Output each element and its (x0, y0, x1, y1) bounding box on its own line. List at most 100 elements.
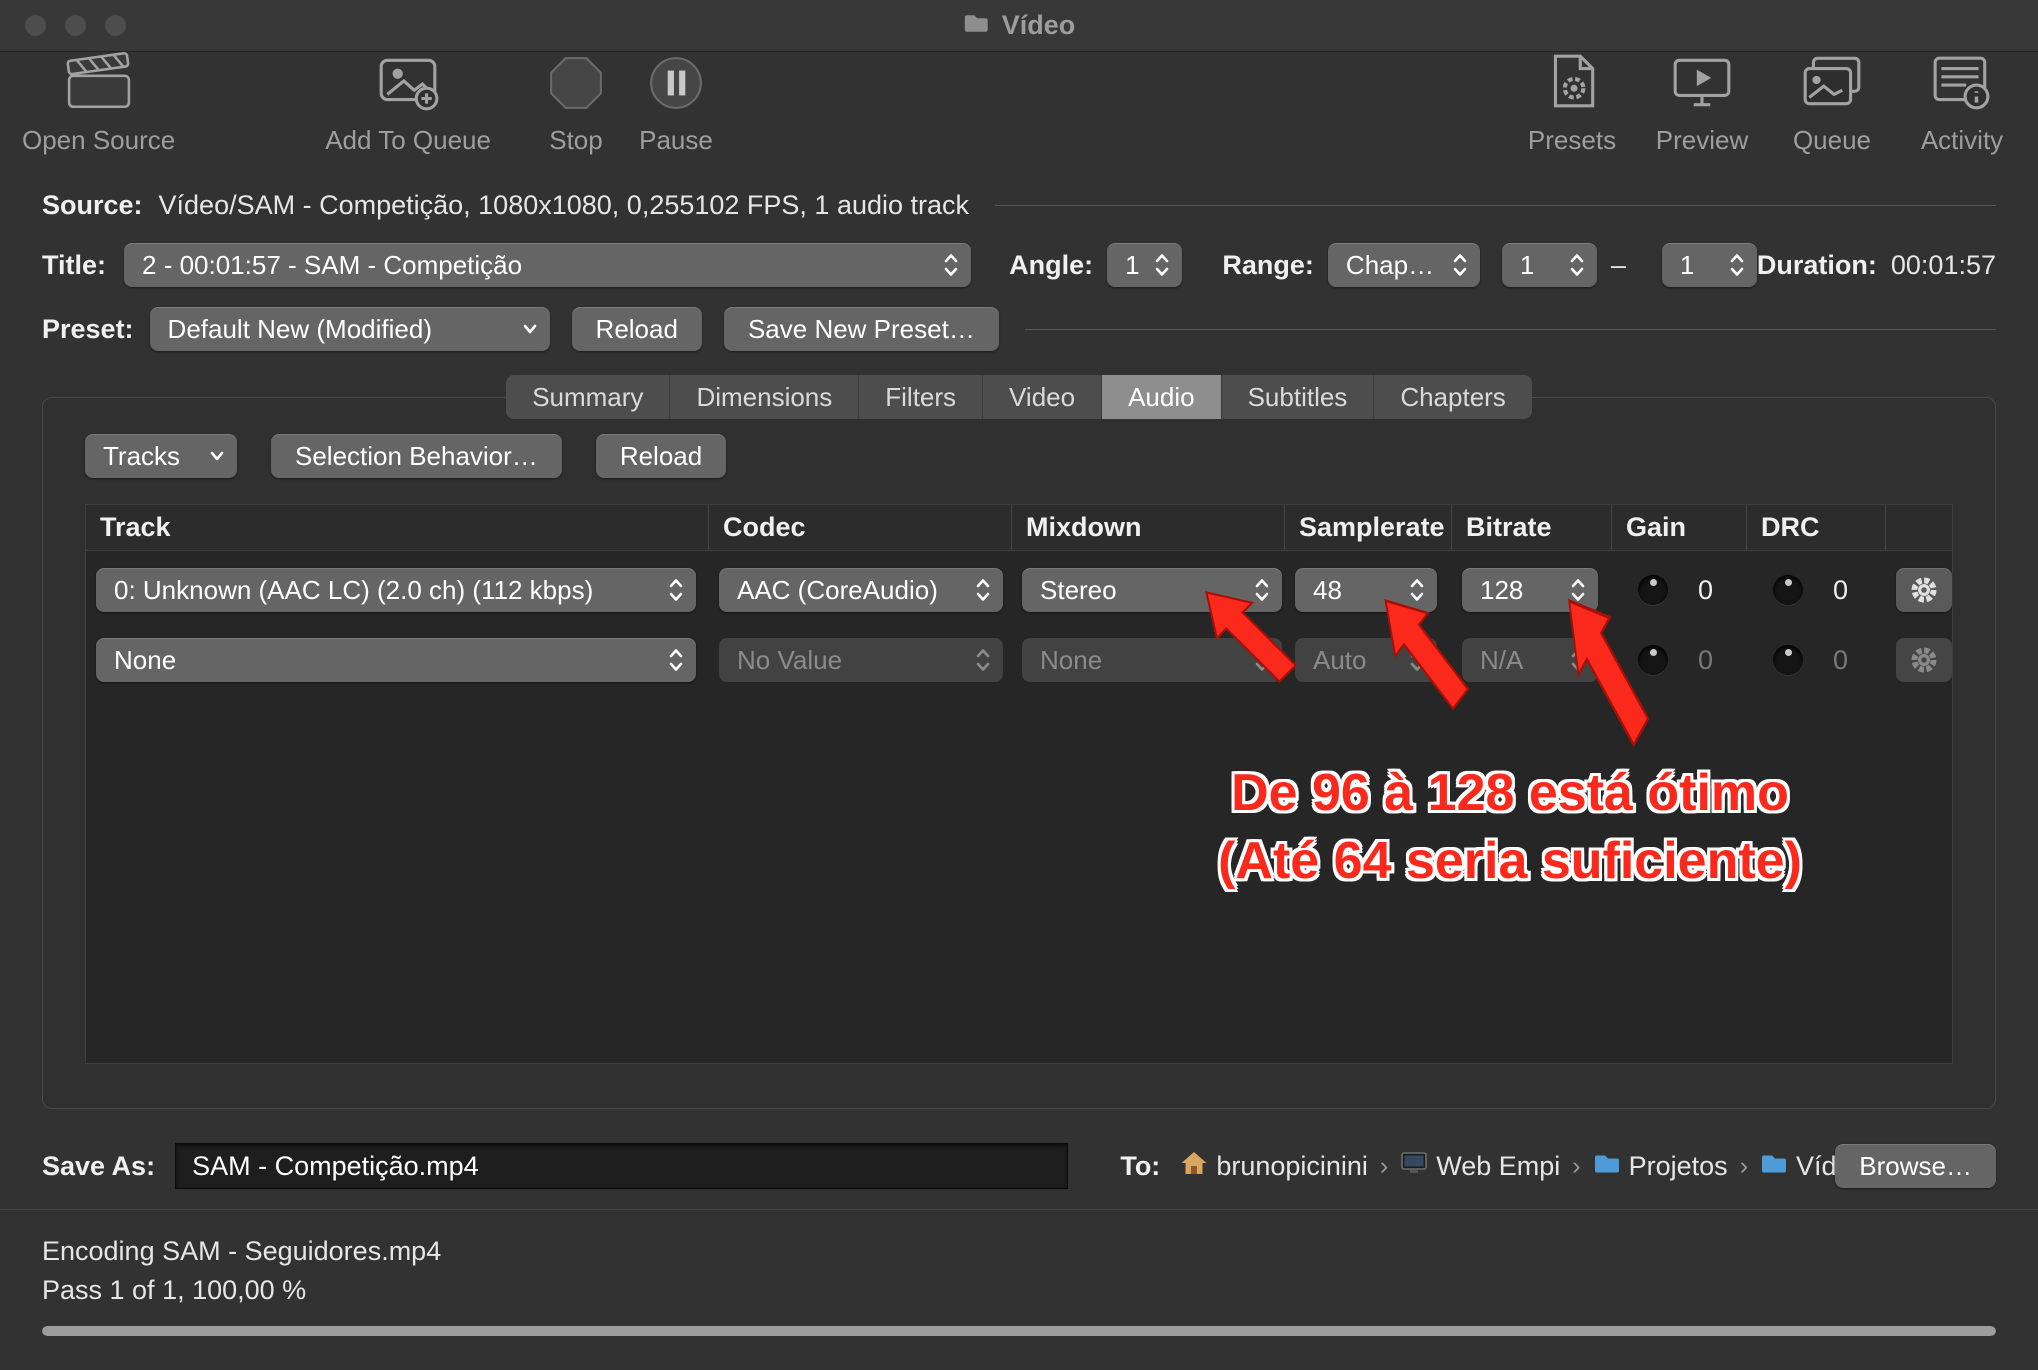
mixdown-select[interactable]: Stereo (1022, 568, 1282, 612)
window-title: Vídeo (963, 10, 1076, 41)
updown-chevron-icon (1729, 252, 1745, 278)
path-item-projetos[interactable]: Projetos (1593, 1151, 1728, 1182)
preview-label: Preview (1656, 125, 1748, 156)
divider (995, 205, 1996, 206)
tab-subtitles[interactable]: Subtitles (1222, 375, 1375, 419)
stop-button[interactable]: Stop (531, 56, 621, 156)
column-drc: DRC (1747, 505, 1886, 550)
title-row: Title: 2 - 00:01:57 - SAM - Competição A… (42, 243, 1996, 287)
path-item-home[interactable]: brunopicinini (1180, 1150, 1368, 1183)
drc-knob[interactable] (1773, 575, 1803, 605)
browse-button[interactable]: Browse… (1835, 1144, 1996, 1188)
table-row: None No Value None Auto (86, 629, 1952, 691)
source-label: Source: (42, 190, 143, 221)
bitrate-select[interactable]: 128 (1462, 568, 1598, 612)
tab-chapters[interactable]: Chapters (1374, 375, 1532, 419)
updown-chevron-icon (668, 647, 684, 673)
progress-fill (42, 1326, 1996, 1336)
preset-label: Preset: (42, 314, 134, 345)
stop-label: Stop (549, 125, 603, 156)
mixdown-select: None (1022, 638, 1282, 682)
presets-button[interactable]: Presets (1518, 56, 1626, 156)
save-row: Save As: SAM - Competição.mp4 To: brunop… (0, 1143, 2038, 1189)
track-settings-button[interactable] (1896, 568, 1952, 612)
path-item-web-empire[interactable]: Web Empi (1400, 1151, 1560, 1182)
minimize-button[interactable] (64, 14, 87, 37)
titlebar: Vídeo (0, 0, 2038, 52)
tab-video[interactable]: Video (983, 375, 1102, 419)
chapter-start-stepper[interactable]: 1 (1502, 243, 1597, 287)
save-as-label: Save As: (42, 1151, 155, 1182)
computer-icon (1400, 1151, 1428, 1182)
tracks-reload-button[interactable]: Reload (596, 434, 726, 478)
gain-knob[interactable] (1638, 575, 1668, 605)
preset-reload-button[interactable]: Reload (572, 307, 702, 351)
updown-chevron-icon (1154, 252, 1170, 278)
preset-select[interactable]: Default New (Modified) (150, 307, 550, 351)
add-to-queue-label: Add To Queue (325, 125, 491, 156)
progress-bar (42, 1326, 1996, 1336)
pause-button[interactable]: Pause (631, 56, 721, 156)
track-select[interactable]: None (96, 638, 696, 682)
column-gain: Gain (1612, 505, 1747, 550)
home-icon (1180, 1150, 1208, 1183)
source-row: Source: Vídeo/SAM - Competição, 1080x108… (42, 190, 1996, 221)
path-item-videos[interactable]: Vídeos (1760, 1151, 1835, 1182)
selection-behavior-button[interactable]: Selection Behavior… (271, 434, 562, 478)
tab-dimensions[interactable]: Dimensions (670, 375, 859, 419)
gear-icon (1908, 644, 1940, 676)
queue-button[interactable]: Queue (1778, 56, 1886, 156)
bitrate-select: N/A (1462, 638, 1598, 682)
updown-chevron-icon (1570, 647, 1586, 673)
presets-label: Presets (1528, 125, 1616, 156)
preview-button[interactable]: Preview (1648, 56, 1756, 156)
updown-chevron-icon (1569, 252, 1585, 278)
down-chevron-icon (522, 323, 538, 335)
pass-status: Pass 1 of 1, 100,00 % (42, 1271, 1996, 1310)
status-bar: Encoding SAM - Seguidores.mp4 Pass 1 of … (0, 1209, 2038, 1336)
updown-chevron-icon (1254, 577, 1270, 603)
title-select[interactable]: 2 - 00:01:57 - SAM - Competição (124, 243, 971, 287)
gain-value: 0 (1698, 645, 1713, 676)
codec-select: No Value (719, 638, 1003, 682)
column-samplerate: Samplerate (1285, 505, 1452, 550)
tab-audio[interactable]: Audio (1102, 375, 1222, 419)
folder-icon (963, 10, 990, 41)
open-source-button[interactable]: Open Source (22, 56, 175, 156)
gear-icon (1908, 574, 1940, 606)
pause-label: Pause (639, 125, 713, 156)
angle-label: Angle: (1009, 250, 1093, 281)
filename-input[interactable]: SAM - Competição.mp4 (175, 1143, 1068, 1189)
chapter-end-stepper[interactable]: 1 (1662, 243, 1757, 287)
tab-summary[interactable]: Summary (506, 375, 670, 419)
save-new-preset-button[interactable]: Save New Preset… (724, 307, 999, 351)
updown-chevron-icon (975, 647, 991, 673)
stop-octagon-icon (547, 54, 605, 119)
activity-button[interactable]: Activity (1908, 56, 2016, 156)
updown-chevron-icon (1570, 577, 1586, 603)
updown-chevron-icon (975, 577, 991, 603)
close-button[interactable] (24, 14, 47, 37)
folder-icon (1760, 1151, 1788, 1182)
down-chevron-icon (209, 450, 225, 462)
track-select[interactable]: 0: Unknown (AAC LC) (2.0 ch) (112 kbps) (96, 568, 696, 612)
activity-label: Activity (1921, 125, 2003, 156)
photo-plus-icon (375, 52, 441, 119)
zoom-button[interactable] (104, 14, 127, 37)
gain-value: 0 (1698, 575, 1713, 606)
codec-select[interactable]: AAC (CoreAudio) (719, 568, 1003, 612)
destination-path: brunopicinini › Web Empi › Projetos › Ví… (1180, 1150, 1835, 1183)
samplerate-select[interactable]: 48 (1295, 568, 1437, 612)
traffic-lights (24, 14, 127, 37)
tab-filters[interactable]: Filters (859, 375, 983, 419)
updown-chevron-icon (668, 577, 684, 603)
drc-value: 0 (1833, 645, 1848, 676)
window-title-text: Vídeo (1002, 10, 1076, 41)
add-to-queue-button[interactable]: Add To Queue (325, 56, 491, 156)
column-codec: Codec (709, 505, 1012, 550)
presets-icon (1543, 52, 1601, 119)
range-type-select[interactable]: Chapters (1328, 243, 1480, 287)
angle-select[interactable]: 1 (1107, 243, 1182, 287)
encoding-status: Encoding SAM - Seguidores.mp4 (42, 1232, 1996, 1271)
tracks-dropdown[interactable]: Tracks (85, 434, 237, 478)
